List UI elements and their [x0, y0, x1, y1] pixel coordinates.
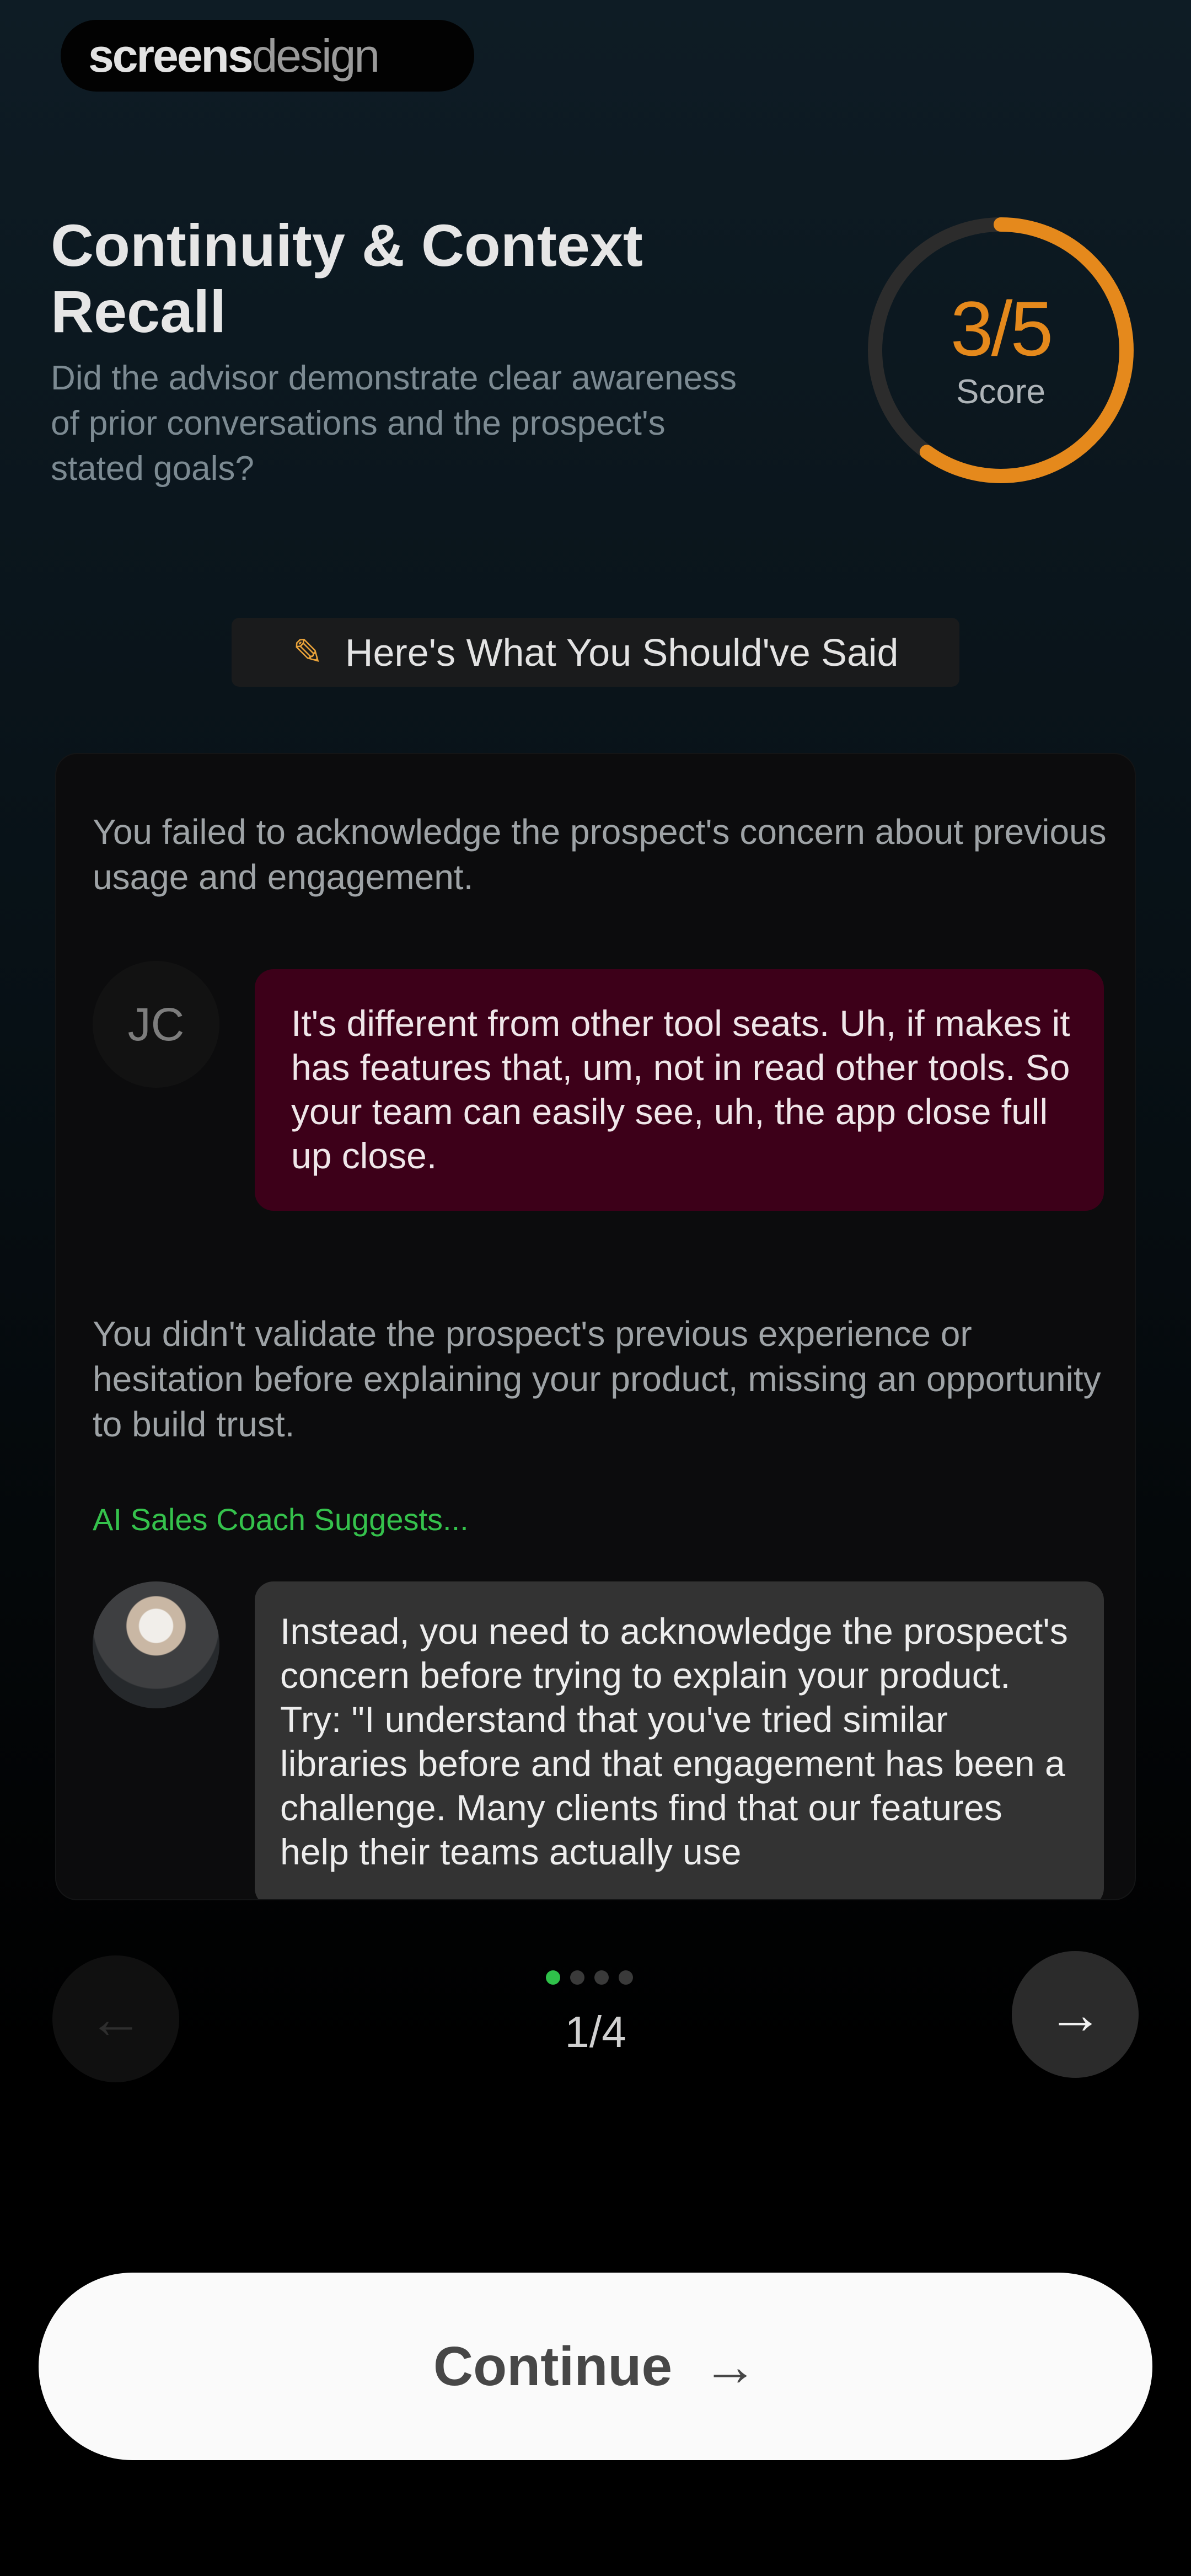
page-subtitle: Did the advisor demonstrate clear awaren…: [51, 359, 737, 488]
coach-message-bubble: Instead, you need to acknowledge the pro…: [255, 1581, 1104, 1899]
section-header: ✎ Here's What You Should've Said: [232, 618, 959, 687]
prospect-message-bubble: It's different from other tool seats. Uh…: [255, 969, 1104, 1211]
page-counter: 1/4: [565, 2007, 626, 2056]
brand-watermark: screens design: [61, 20, 474, 92]
coach-label: AI Sales Coach Suggests...: [93, 1502, 469, 1537]
prospect-avatar: JC: [93, 961, 219, 1088]
score-value: 3/5: [950, 285, 1054, 372]
feedback-screen: screens design Continuity & Context Recal…: [0, 0, 1191, 2576]
continue-button[interactable]: Continue →: [39, 2273, 1152, 2460]
arrow-right-icon: →: [1048, 1983, 1103, 2045]
pagination-dot: [619, 1970, 633, 1985]
next-page-button[interactable]: →: [1012, 1951, 1139, 2078]
continue-label: Continue: [433, 2335, 673, 2397]
brand-part-1: screens: [88, 29, 254, 82]
feedback-card[interactable]: You failed to acknowledge the prospect's…: [55, 753, 1136, 1900]
feedback-note-1: You failed to acknowledge the prospect's…: [93, 812, 1107, 897]
feedback-note-2: You didn't validate the prospect's previ…: [93, 1314, 1101, 1444]
pagination-dot: [594, 1970, 609, 1985]
brand-part-2: design: [251, 29, 380, 82]
score-ring: 3/5 Score: [857, 207, 1144, 494]
section-title: Here's What You Should've Said: [345, 630, 899, 674]
previous-page-button[interactable]: ←: [52, 1955, 179, 2082]
arrow-right-icon: →: [702, 2335, 758, 2397]
score-label: Score: [956, 373, 1045, 411]
pagination-dot-active: [546, 1970, 560, 1985]
coach-avatar: [93, 1581, 219, 1708]
arrow-left-icon: ←: [88, 1987, 143, 2050]
pagination-dot: [570, 1970, 584, 1985]
page-title: Continuity & Context Recall: [51, 212, 643, 345]
pencil-icon: ✎: [292, 632, 323, 672]
pagination-dots: [546, 1970, 633, 1985]
